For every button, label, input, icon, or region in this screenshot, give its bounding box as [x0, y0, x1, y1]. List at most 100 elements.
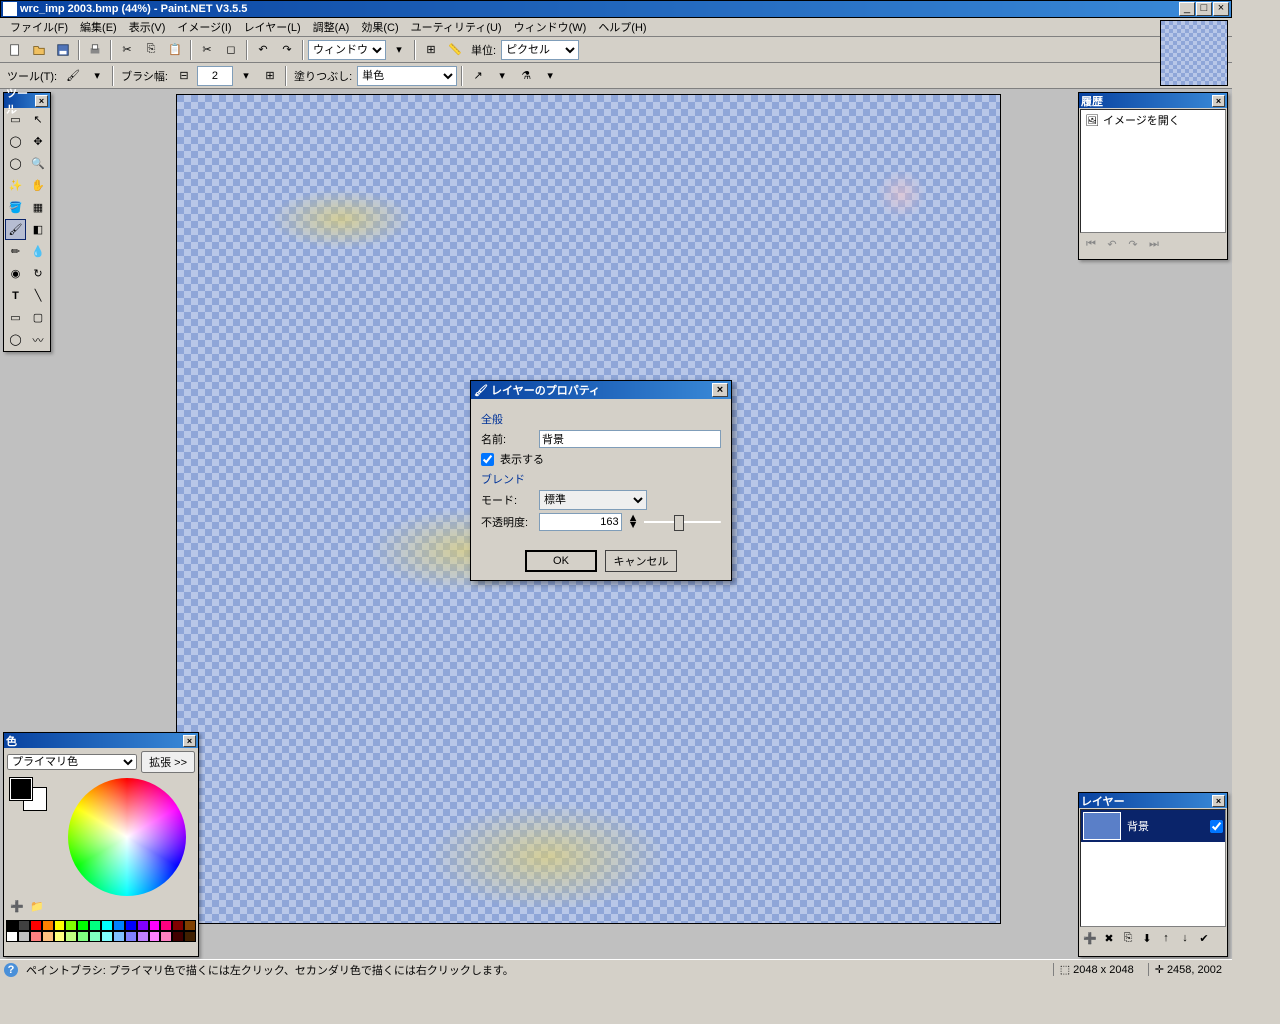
print-button[interactable]	[84, 39, 106, 61]
tool-ellipse[interactable]: ◯	[5, 329, 26, 350]
history-redo-button[interactable]: ↷	[1124, 237, 1142, 253]
tool-move-selection[interactable]: ↖	[28, 109, 49, 130]
palette-swatch[interactable]	[18, 920, 30, 931]
layer-up-button[interactable]: ↑	[1157, 930, 1175, 946]
menu-utility[interactable]: ユーティリティ(U)	[405, 17, 508, 37]
palette-swatch[interactable]	[89, 931, 101, 942]
tool-paint-bucket[interactable]: 🪣	[5, 197, 26, 218]
cancel-button[interactable]: キャンセル	[605, 550, 677, 572]
history-item[interactable]: 🖼イメージを開く	[1081, 110, 1225, 130]
history-panel-close[interactable]: ×	[1212, 95, 1225, 107]
opacity-input[interactable]	[539, 513, 622, 531]
zoom-select[interactable]: ウィンドウ	[308, 40, 386, 60]
color-palette[interactable]	[6, 920, 196, 942]
palette-swatch[interactable]	[184, 931, 196, 942]
opacity-spinner[interactable]: ▲▼	[628, 515, 639, 529]
palette-swatch[interactable]	[89, 920, 101, 931]
palette-swatch[interactable]	[6, 931, 18, 942]
tools-panel-close[interactable]: ×	[35, 95, 48, 107]
layer-delete-button[interactable]: ✖	[1100, 930, 1118, 946]
colors-panel-close[interactable]: ×	[183, 735, 196, 747]
redo-button[interactable]: ↷	[276, 39, 298, 61]
menu-adjust[interactable]: 調整(A)	[307, 17, 356, 37]
palette-swatch[interactable]	[65, 920, 77, 931]
grid-button[interactable]: ⊞	[420, 39, 442, 61]
copy-button[interactable]: ⎘	[140, 39, 162, 61]
menu-window[interactable]: ウィンドウ(W)	[508, 17, 593, 37]
tool-brush-icon[interactable]: 🖌	[62, 65, 84, 87]
crop-button[interactable]: ✂	[196, 39, 218, 61]
palette-swatch[interactable]	[184, 920, 196, 931]
tool-magic-wand[interactable]: ✨	[5, 175, 26, 196]
palette-swatch[interactable]	[160, 931, 172, 942]
help-icon[interactable]: ?	[4, 963, 18, 977]
fill-select[interactable]: 単色	[357, 66, 457, 86]
antialias-button[interactable]: ↗	[467, 65, 489, 87]
palette-swatch[interactable]	[172, 920, 184, 931]
palette-swatch[interactable]	[6, 920, 18, 931]
tool-line[interactable]: ╲	[28, 285, 49, 306]
image-thumbnail[interactable]	[1160, 20, 1228, 86]
visible-checkbox[interactable]	[481, 453, 494, 466]
menu-effects[interactable]: 効果(C)	[355, 17, 404, 37]
history-list[interactable]: 🖼イメージを開く	[1080, 109, 1226, 233]
tool-rounded-rect[interactable]: ▢	[28, 307, 49, 328]
palette-swatch[interactable]	[18, 931, 30, 942]
tool-ellipse-select[interactable]: ◯	[5, 153, 26, 174]
palette-options-button[interactable]: 📁	[30, 900, 46, 916]
opacity-slider[interactable]	[644, 513, 721, 531]
layer-properties-button[interactable]: ✔	[1195, 930, 1213, 946]
zoom-dropdown-button[interactable]: ▾	[388, 39, 410, 61]
tool-freeform[interactable]: 〰	[28, 329, 49, 350]
palette-swatch[interactable]	[160, 920, 172, 931]
color-wheel[interactable]	[68, 778, 186, 896]
tool-recolor[interactable]: ↻	[28, 263, 49, 284]
brush-increase-button[interactable]: ⊞	[259, 65, 281, 87]
menu-file[interactable]: ファイル(F)	[4, 17, 74, 37]
layer-row[interactable]: 背景	[1081, 810, 1225, 842]
cut-button[interactable]: ✂	[116, 39, 138, 61]
tool-move-pixels[interactable]: ✥	[28, 131, 49, 152]
tool-zoom[interactable]: 🔍	[28, 153, 49, 174]
menu-help[interactable]: ヘルプ(H)	[592, 17, 652, 37]
layer-merge-button[interactable]: ⬇	[1138, 930, 1156, 946]
palette-swatch[interactable]	[54, 931, 66, 942]
palette-swatch[interactable]	[137, 931, 149, 942]
palette-swatch[interactable]	[42, 920, 54, 931]
palette-swatch[interactable]	[30, 931, 42, 942]
layer-down-button[interactable]: ↓	[1176, 930, 1194, 946]
palette-swatch[interactable]	[65, 931, 77, 942]
palette-swatch[interactable]	[101, 920, 113, 931]
blend-mode-select[interactable]: 標準	[539, 490, 647, 510]
palette-swatch[interactable]	[149, 931, 161, 942]
menu-view[interactable]: 表示(V)	[123, 17, 172, 37]
deselect-button[interactable]: ◻	[220, 39, 242, 61]
antialias-dropdown[interactable]: ▾	[491, 65, 513, 87]
color-swatch[interactable]	[10, 778, 50, 810]
palette-swatch[interactable]	[172, 931, 184, 942]
menu-image[interactable]: イメージ(I)	[171, 17, 237, 37]
brush-width-dropdown[interactable]: ▾	[235, 65, 257, 87]
layers-list[interactable]: 背景	[1080, 809, 1226, 927]
colors-expand-button[interactable]: 拡張 >>	[141, 751, 195, 773]
paste-button[interactable]: 📋	[164, 39, 186, 61]
dialog-close-button[interactable]: ×	[712, 383, 728, 397]
palette-swatch[interactable]	[125, 931, 137, 942]
unit-select[interactable]: ピクセル	[501, 40, 579, 60]
tool-clone-stamp[interactable]: ◉	[5, 263, 26, 284]
tool-lasso[interactable]: ◯	[5, 131, 26, 152]
blend-button[interactable]: ⚗	[515, 65, 537, 87]
maximize-button[interactable]: □	[1196, 2, 1212, 16]
tool-gradient[interactable]: ▦	[28, 197, 49, 218]
history-undo-button[interactable]: ↶	[1103, 237, 1121, 253]
ok-button[interactable]: OK	[525, 550, 597, 572]
history-first-button[interactable]: ⏮	[1082, 237, 1100, 253]
tool-text[interactable]: T	[5, 285, 26, 306]
ruler-button[interactable]: 📏	[444, 39, 466, 61]
tool-pencil[interactable]: ✏	[5, 241, 26, 262]
color-role-select[interactable]: プライマリ色	[7, 754, 137, 770]
palette-swatch[interactable]	[54, 920, 66, 931]
open-button[interactable]	[28, 39, 50, 61]
palette-swatch[interactable]	[30, 920, 42, 931]
palette-swatch[interactable]	[42, 931, 54, 942]
